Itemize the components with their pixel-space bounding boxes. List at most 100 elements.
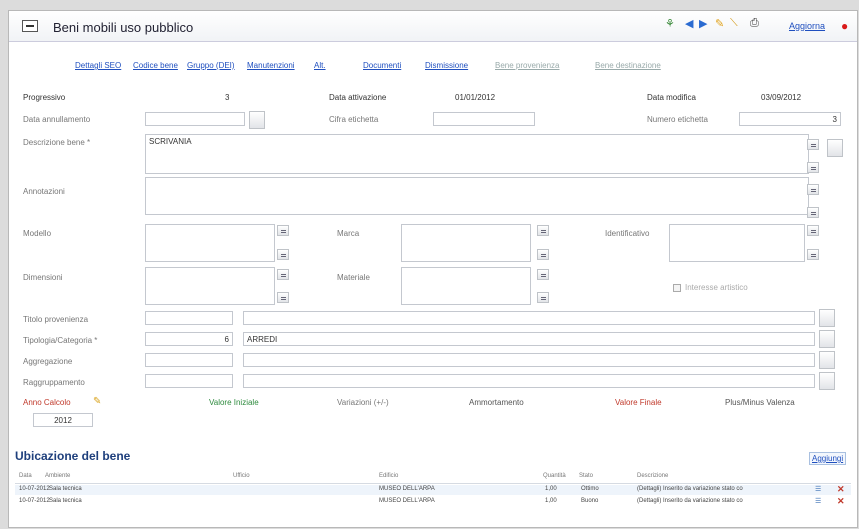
modello-label: Modello (23, 229, 52, 238)
descrizione-lookup-button[interactable] (827, 139, 843, 157)
modello-field[interactable] (145, 224, 275, 262)
col-stato: Stato (579, 473, 594, 479)
interesse-artistico-checkbox[interactable] (673, 284, 681, 292)
marca-expand-button[interactable] (537, 249, 549, 260)
anno-calcolo-label: Anno Calcolo (23, 398, 71, 407)
data-modifica-label: Data modifica (647, 93, 696, 102)
tab-documenti[interactable]: Documenti (363, 61, 401, 70)
identificativo-field[interactable] (669, 224, 805, 262)
close-icon[interactable]: ● (841, 19, 848, 33)
tab-alt[interactable]: Alt. (314, 61, 326, 70)
progressivo-value: 3 (225, 93, 230, 102)
raggruppamento-field[interactable] (243, 374, 815, 388)
cell-quantita: 1,00 (545, 498, 557, 504)
next-icon[interactable]: ▶ (699, 17, 707, 30)
tab-gruppo[interactable]: Gruppo (DEI) (187, 61, 235, 70)
table-row[interactable]: 10-07-2012 Sala tecnica MUSEO DELL'ARPA … (15, 484, 851, 495)
cell-ambiente: Sala tecnica (49, 498, 82, 504)
cell-stato: Ottimo (581, 486, 599, 492)
data-annullamento-field[interactable] (145, 112, 245, 126)
dimensioni-label: Dimensioni (23, 273, 63, 282)
tab-dismissione[interactable]: Dismissione (425, 61, 468, 70)
materiale-field[interactable] (401, 267, 531, 305)
cell-data: 10-07-2012 (19, 498, 50, 504)
data-attivazione-label: Data attivazione (329, 93, 387, 102)
calendar-button[interactable] (249, 111, 265, 129)
aggregazione-label: Aggregazione (23, 357, 73, 366)
app-window: Beni mobili uso pubblico ⚘ ◀ ▶ ✎ ⟍ ⎙ Agg… (8, 10, 858, 528)
tipologia-code[interactable]: 6 (145, 332, 233, 346)
cifra-etichetta-field[interactable] (433, 112, 535, 126)
identificativo-expand-button[interactable] (807, 249, 819, 260)
numero-etichetta-label: Numero etichetta (647, 115, 708, 124)
titolo-provenienza-label: Titolo provenienza (23, 315, 89, 324)
annotazioni-edit-button[interactable] (807, 184, 819, 195)
materiale-edit-button[interactable] (537, 269, 549, 280)
modello-expand-button[interactable] (277, 249, 289, 260)
anno-calcolo-field[interactable]: 2012 (33, 413, 93, 427)
save-button[interactable]: Aggiorna (789, 21, 825, 31)
row-delete-icon[interactable]: ✕ (837, 484, 845, 495)
identificativo-label: Identificativo (605, 229, 650, 238)
print-icon[interactable]: ⎙ (750, 17, 759, 30)
data-annullamento-label: Data annullamento (23, 115, 91, 124)
tipologia-lookup-button[interactable] (819, 330, 835, 348)
dimensioni-expand-button[interactable] (277, 292, 289, 303)
raggruppamento-label: Raggruppamento (23, 378, 85, 387)
materiale-expand-button[interactable] (537, 292, 549, 303)
tree-icon[interactable]: ⚘ (665, 17, 675, 30)
tab-bene-destinazione: Bene destinazione (595, 61, 661, 70)
titolo-provenienza-code[interactable] (145, 311, 233, 325)
window-title: Beni mobili uso pubblico (53, 20, 194, 35)
title-bar: Beni mobili uso pubblico ⚘ ◀ ▶ ✎ ⟍ ⎙ Agg… (9, 11, 857, 42)
row-edit-icon[interactable]: ☰ (815, 485, 821, 493)
titolo-provenienza-lookup-button[interactable] (819, 309, 835, 327)
ubicazione-table-header: Data Ambiente Ufficio Edificio Quantità … (15, 473, 851, 484)
aggregazione-code[interactable] (145, 353, 233, 367)
col-edificio: Edificio (379, 473, 399, 479)
table-row[interactable]: 10-07-2012 Sala tecnica MUSEO DELL'ARPA … (15, 496, 851, 507)
window-icon (22, 20, 38, 32)
cell-data: 10-07-2012 (19, 486, 50, 492)
descrizione-expand-button[interactable] (807, 162, 819, 173)
progressivo-label: Progressivo (23, 93, 66, 102)
variazioni-label: Variazioni (+/-) (337, 398, 389, 407)
marca-edit-button[interactable] (537, 225, 549, 236)
cell-ambiente: Sala tecnica (49, 486, 82, 492)
tab-dettagli-seo[interactable]: Dettagli SEO (75, 61, 121, 70)
valore-finale-label: Valore Finale (615, 398, 662, 407)
numero-etichetta-field[interactable]: 3 (739, 112, 841, 126)
col-ambiente: Ambiente (45, 473, 71, 479)
marca-field[interactable] (401, 224, 531, 262)
identificativo-edit-button[interactable] (807, 225, 819, 236)
row-edit-icon[interactable]: ☰ (815, 497, 821, 505)
dimensioni-edit-button[interactable] (277, 269, 289, 280)
cell-edificio: MUSEO DELL'ARPA (379, 486, 435, 492)
cell-descrizione: (Dettagli) Inserito da variazione stato … (637, 498, 743, 504)
descrizione-field[interactable]: SCRIVANIA (145, 134, 809, 174)
tab-bar: Dettagli SEO Codice bene Gruppo (DEI) Ma… (9, 61, 857, 75)
data-attivazione-value: 01/01/2012 (455, 93, 496, 102)
tab-codice-bene[interactable]: Codice bene (133, 61, 178, 70)
row-delete-icon[interactable]: ✕ (837, 496, 845, 507)
descrizione-edit-button[interactable] (807, 139, 819, 150)
aggregazione-lookup-button[interactable] (819, 351, 835, 369)
raggruppamento-lookup-button[interactable] (819, 372, 835, 390)
tab-manutenzioni[interactable]: Manutenzioni (247, 61, 295, 70)
raggruppamento-code[interactable] (145, 374, 233, 388)
tipologia-field[interactable]: ARREDI (243, 332, 815, 346)
annotazioni-expand-button[interactable] (807, 207, 819, 218)
data-modifica-value: 03/09/2012 (761, 93, 802, 102)
modello-edit-button[interactable] (277, 225, 289, 236)
cancel-icon[interactable]: ⟍ (730, 17, 738, 30)
aggregazione-field[interactable] (243, 353, 815, 367)
annotazioni-label: Annotazioni (23, 187, 65, 196)
annotazioni-field[interactable] (145, 177, 809, 215)
dimensioni-field[interactable] (145, 267, 275, 305)
edit-icon[interactable]: ✎ (715, 17, 724, 30)
prev-icon[interactable]: ◀ (685, 17, 693, 30)
ubicazione-title: Ubicazione del bene (15, 449, 131, 463)
pencil-icon[interactable]: ✎ (93, 396, 101, 407)
titolo-provenienza-field[interactable] (243, 311, 815, 325)
add-ubicazione-button[interactable]: Aggiungi (809, 452, 847, 465)
